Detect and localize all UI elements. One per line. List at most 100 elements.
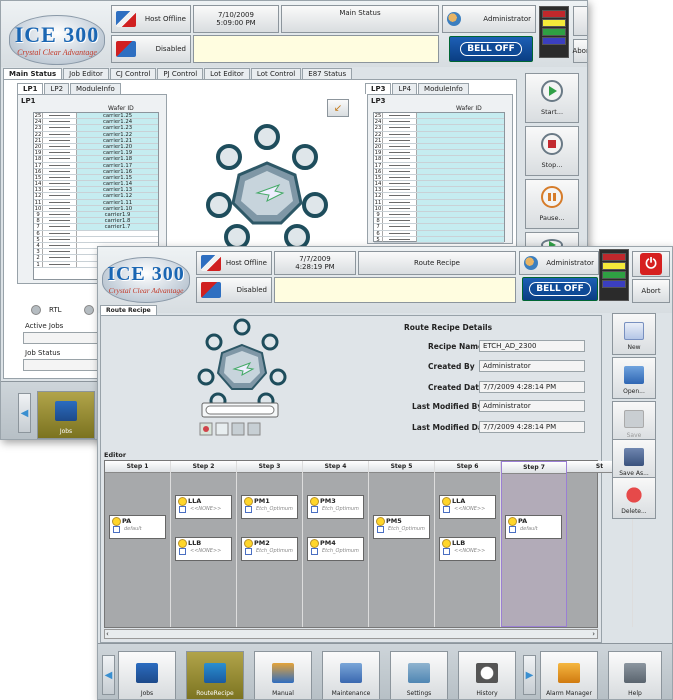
module-node[interactable]: LLA <<NONE>> [175,495,232,519]
module-node[interactable]: PM2 Etch_Optimum [241,537,298,561]
front-nav-left-arrow[interactable]: ◀ [102,655,115,695]
nav-settings-button[interactable]: Settings [390,651,448,699]
nav-jobs-button[interactable]: Jobs [118,651,176,699]
front-nav-right-arrow[interactable]: ▶ [523,655,536,695]
user-icon [524,256,538,270]
wafer-bar-icon [383,199,417,205]
tab-lp1[interactable]: LP1 [17,83,44,94]
step-column[interactable]: Step 5 [369,461,435,627]
slot-number: 3 [34,249,43,255]
wafer-id [417,199,504,205]
scroll-right-icon[interactable]: › [592,630,595,638]
signal-tower [539,6,569,58]
stop-icon [541,133,563,155]
nav-manual-button[interactable]: Manual [254,651,312,699]
wafer-bar-icon [43,150,77,156]
editor-scrollbar[interactable]: ‹ › [104,629,598,639]
module-node[interactable]: LLB <<NONE>> [175,537,232,561]
back-jobs-button[interactable]: Jobs [37,391,95,439]
front-message-panel [274,277,516,303]
pause-button[interactable]: Pause... [525,179,579,229]
bell-off-button[interactable]: BELL OFF [449,36,533,62]
new-button[interactable]: New [612,313,656,355]
front-abort-button[interactable]: Abort [632,279,670,303]
wafer-bar-icon [43,143,77,150]
user-button[interactable]: Administrator [442,5,536,33]
abort-button[interactable]: Abort [572,39,587,63]
tab-lp4[interactable]: LP4 [392,83,418,94]
back-nav-left-arrow[interactable]: ◀ [18,393,31,433]
tab-lot-editor[interactable]: Lot Editor [204,68,250,79]
front-disabled-button[interactable]: Disabled [196,277,272,303]
slot-number: 10 [374,205,383,212]
detail-value: 7/7/2009 4:28:14 PM [479,381,585,393]
delete-button[interactable]: Delete... [612,477,656,519]
wafer-bar-icon [383,137,417,143]
front-host-status-button[interactable]: Host Offline [196,251,272,275]
open-button[interactable]: Open... [612,357,656,399]
module-node[interactable]: PA default [109,515,166,539]
wafer-bar-icon [43,255,77,261]
nav-maintenance-button[interactable]: Maintenance [322,651,380,699]
save-as-button[interactable]: Save As... [612,439,656,481]
module-node[interactable]: PM1 Etch_Optimum [241,495,298,519]
tab-moduleinfo-right[interactable]: ModuleInfo [418,83,469,94]
tab-lot-control[interactable]: Lot Control [250,68,302,79]
nav-alarm-manager-button[interactable]: Alarm Manager [540,651,598,699]
power-button[interactable] [573,6,587,36]
tab-route-recipe[interactable]: Route Recipe [100,305,157,315]
front-user-button[interactable]: Administrator [519,251,599,275]
wafer-bar-icon [383,224,417,230]
front-power-button[interactable]: ⏻ [632,251,670,277]
wafer-id [417,230,504,236]
wafer-id [417,212,504,218]
module-node[interactable]: LLA <<NONE>> [439,495,496,519]
module-node[interactable]: PA default [505,515,562,539]
disabled-icon [116,41,136,57]
step-column[interactable]: Step 7 [501,461,567,627]
slot-number: 13 [374,187,383,194]
wafer-id: carrier1.22 [77,131,158,138]
tab-lp3[interactable]: LP3 [365,83,392,94]
power-icon: ⏻ [640,253,662,275]
job-status-label: Job Status [25,349,61,357]
wafer-id [77,230,158,236]
nav-history-button[interactable]: History [458,651,516,699]
module-node[interactable]: LLB <<NONE>> [439,537,496,561]
module-node[interactable]: PM3 Etch_Optimum [307,495,364,519]
nav-help-button[interactable]: Help [608,651,662,699]
save-button[interactable]: Save [612,401,656,443]
wafer-id [417,205,504,211]
tab-job-editor[interactable]: Job Editor [63,68,109,79]
slot-number: 11 [374,199,383,206]
step-column[interactable]: Step 1 [105,461,171,627]
tab-e87-status[interactable]: E87 Status [302,68,353,79]
network-icon [116,11,136,27]
expand-button[interactable]: ↙ [327,99,349,117]
start-button[interactable]: Start... [525,73,579,123]
stop-button[interactable]: Stop... [525,126,579,176]
nav-label: Maintenance [331,690,371,697]
tab-cj-control[interactable]: CJ Control [109,68,157,79]
wafer-bar-icon [43,162,77,168]
nav-route-recipe-button[interactable]: RouteRecipe [186,651,244,699]
wafer-id-header-lp3: Wafer ID [456,105,482,112]
module-recipe: <<NONE>> [440,547,495,556]
module-node[interactable]: PM4 Etch_Optimum [307,537,364,561]
route-recipe-window: ICE 300 Crystal Clear Advantage Host Off… [97,246,673,700]
slot-number: 21 [34,137,43,144]
module-node[interactable]: PM5 Etch_Optimum [373,515,430,539]
tab-pj-control[interactable]: PJ Control [157,68,204,79]
slot-number: 14 [374,181,383,188]
scroll-left-icon[interactable]: ‹ [106,630,109,638]
tab-main-status[interactable]: Main Status [3,68,63,79]
jobs-icon [55,401,77,421]
host-status-button[interactable]: Host Offline [111,5,191,33]
slot-number: 7 [34,224,43,230]
front-bell-off-button[interactable]: BELL OFF [522,277,598,301]
module-name: PM1 [242,496,297,506]
slot-number: 2 [34,255,43,261]
tab-lp2[interactable]: LP2 [44,83,70,94]
disabled-button[interactable]: Disabled [111,35,191,63]
tab-moduleinfo-left[interactable]: ModuleInfo [70,83,121,94]
